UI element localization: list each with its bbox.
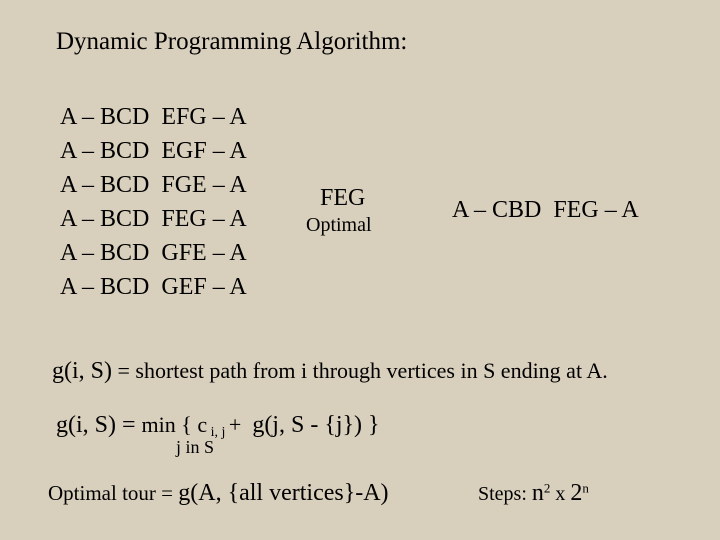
row-left: A – BCD (60, 206, 149, 232)
g-def-min: min (142, 412, 176, 437)
row-left: A – BCD (60, 104, 149, 130)
result-path: A – CBD FEG – A (452, 197, 639, 224)
g-def-line1: g(i, S) = min { c i, j + g(j, S - {j}) } (56, 412, 380, 439)
middle-top: FEG (320, 185, 372, 212)
list-item: A – BCD GFE – A (60, 236, 247, 270)
row-right: FEG – A (161, 206, 246, 232)
row-left: A – BCD (60, 240, 149, 266)
row-left: A – BCD (60, 138, 149, 164)
list-item: A – BCD EFG – A (60, 100, 247, 134)
optimal-label: Optimal tour = (48, 481, 178, 505)
middle-label: FEG Optimal (306, 185, 372, 237)
g-def-open: { c (176, 412, 207, 437)
g-desc-lhs: g(i, S) (52, 358, 112, 384)
slide-title: Dynamic Programming Algorithm: (56, 28, 680, 56)
optimal-tour: Optimal tour = g(A, {all vertices}-A) (48, 480, 389, 507)
row-left: A – BCD (60, 274, 149, 300)
g-def-subline: j in S (176, 437, 380, 458)
row-right: GFE – A (161, 240, 246, 266)
steps-times: x (550, 483, 570, 505)
row-left: A – BCD (60, 172, 149, 198)
row-right: FGE – A (161, 172, 246, 198)
steps-label: Steps: (478, 483, 532, 505)
list-item: A – BCD GEF – A (60, 270, 247, 304)
steps-n: n (532, 480, 544, 506)
steps-complexity: Steps: n2 x 2n (478, 480, 589, 507)
g-description: g(i, S) = shortest path from i through v… (52, 358, 608, 385)
g-def-sub: i, j (207, 425, 229, 440)
g-desc-eq: = (112, 358, 135, 383)
list-item: A – BCD FEG – A (60, 202, 247, 236)
g-def-tail: g(j, S - {j}) } (252, 412, 379, 438)
steps-expn: n (582, 480, 589, 495)
middle-bottom: Optimal (306, 214, 372, 237)
list-item: A – BCD EGF – A (60, 134, 247, 168)
g-definition: g(i, S) = min { c i, j + g(j, S - {j}) }… (56, 412, 380, 458)
list-item: A – BCD FGE – A (60, 168, 247, 202)
row-right: GEF – A (161, 274, 246, 300)
permutation-list: A – BCD EFG – A A – BCD EGF – A A – BCD … (60, 100, 247, 304)
g-def-plus: + (229, 412, 252, 437)
row-right: EFG – A (161, 104, 246, 130)
g-def-lhs: g(i, S) = (56, 412, 142, 438)
g-desc-rhs: shortest path from i through vertices in… (135, 358, 607, 383)
optimal-expr: g(A, {all vertices}-A) (178, 480, 388, 506)
slide: Dynamic Programming Algorithm: A – BCD E… (0, 0, 720, 540)
steps-base2: 2 (570, 480, 582, 506)
row-right: EGF – A (161, 138, 246, 164)
